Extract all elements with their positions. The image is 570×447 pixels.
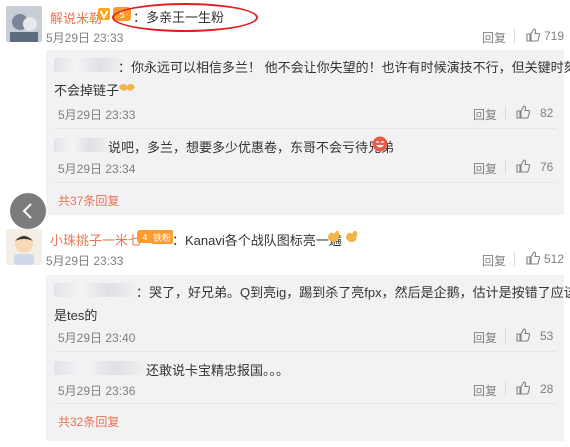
like-count: 76 [540,160,554,174]
divider [514,29,515,43]
reply-button[interactable]: 回复 [482,29,506,46]
subreply-list: ：哭了，好兄弟。Q到亮ig，踢到杀了亮fpx，然后是企鹅，估计是按错了应该 是t… [46,275,570,441]
more-replies-link[interactable]: 共37条回复 [58,192,119,209]
subreply-time: 5月29日 23:36 [58,384,136,398]
like-icon[interactable] [516,105,530,119]
comment-text: ：Kanavi各个战队图标亮一遍 [172,233,342,248]
subreply-time: 5月29日 23:34 [58,162,136,176]
back-button[interactable] [10,193,46,229]
divider [505,160,506,174]
like-count: 512 [544,252,565,266]
divider [514,252,515,266]
divider [505,106,506,120]
like-count: 28 [540,382,554,396]
chevron-left-icon [22,203,32,219]
blurred-username [54,138,108,152]
comment-time: 5月29日 23:33 [46,31,124,45]
username[interactable]: 小珠挑子一米七 [50,230,141,249]
comment-time: 5月29日 23:33 [46,254,124,268]
like-icon[interactable] [516,328,530,342]
blurred-username [54,58,122,72]
laughing-emoji-icon [372,136,388,152]
like-icon[interactable] [526,251,540,265]
reply-button[interactable]: 回复 [482,252,506,269]
subreply-text: 说吧，多兰，想要多少优惠卷，东哥不会亏待兄弟 [108,140,395,155]
divider [54,403,556,404]
like-count: 719 [544,29,565,43]
verified-v-icon [98,8,110,20]
like-icon[interactable] [516,159,530,173]
svg-text:4: 4 [142,233,147,242]
like-icon[interactable] [526,28,540,42]
avatar[interactable] [6,229,42,265]
fan-badge: 铁粉 [151,230,173,244]
subreply-text: 还敢说卡宝精忠报国。。。 [146,363,290,378]
blurred-username [54,283,136,297]
subreply-text-continued: 不会掉链子 [54,83,120,98]
subreply-list: ：你永远可以相信多兰！ 他不会让你失望的！也许有时候演技不行，但关键时刻绝 不会… [46,50,570,215]
divider [54,182,556,183]
divider [505,382,506,396]
subreply-text-continued: 是tes的 [54,308,98,323]
clapping-emoji-icon [328,230,358,243]
reply-button[interactable]: 回复 [473,160,497,177]
username[interactable]: 解说米勒 [50,8,102,27]
more-replies-link[interactable]: 共32条回复 [58,413,119,430]
handshake-emoji-icon [119,83,135,91]
divider [54,128,556,129]
red-annotation-circle [112,3,258,32]
subreply-time: 5月29日 23:40 [58,331,136,345]
subreply-time: 5月29日 23:33 [58,108,136,122]
divider [505,329,506,343]
like-count: 53 [540,329,554,343]
subreply-text: ：你永远可以相信多兰！ 他不会让你失望的！也许有时候演技不行，但关键时刻绝 [118,60,570,75]
reply-button[interactable]: 回复 [473,106,497,123]
subreply-text: ：哭了，好兄弟。Q到亮ig，踢到杀了亮fpx，然后是企鹅，估计是按错了应该 [136,285,570,300]
blurred-username [54,361,146,375]
like-icon[interactable] [516,381,530,395]
divider [54,351,556,352]
avatar[interactable] [6,6,42,42]
reply-button[interactable]: 回复 [473,329,497,346]
reply-button[interactable]: 回复 [473,382,497,399]
like-count: 82 [540,106,554,120]
